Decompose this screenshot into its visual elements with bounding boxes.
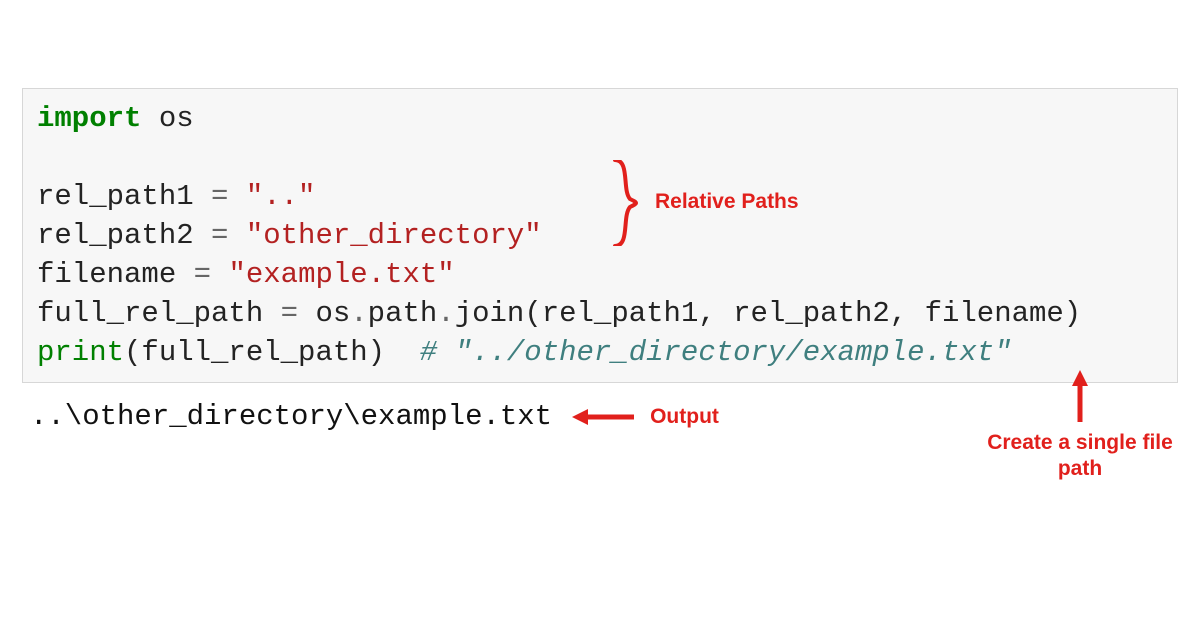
code-line: rel_path1 = ".." bbox=[37, 177, 1163, 216]
output-text: ..\other_directory\example.txt bbox=[30, 400, 552, 433]
curly-brace-icon bbox=[610, 160, 650, 246]
arrow-up-icon bbox=[1069, 370, 1091, 424]
single-file-path-annotation-group: Create a single file path bbox=[1000, 370, 1160, 483]
single-file-path-annotation: Create a single file path bbox=[987, 430, 1173, 483]
arrow-left-icon bbox=[572, 406, 636, 428]
code-line: full_rel_path = os.path.join(rel_path1, … bbox=[37, 294, 1163, 333]
output-annotation: Output bbox=[650, 405, 719, 429]
relative-paths-annotation: Relative Paths bbox=[655, 190, 799, 214]
code-line: filename = "example.txt" bbox=[37, 255, 1163, 294]
code-line bbox=[37, 138, 1163, 177]
code-line: import os bbox=[37, 99, 1163, 138]
code-block: import os rel_path1 = ".."rel_path2 = "o… bbox=[22, 88, 1178, 383]
code-line: rel_path2 = "other_directory" bbox=[37, 216, 1163, 255]
output-row: ..\other_directory\example.txt Output bbox=[30, 400, 719, 433]
code-line: print(full_rel_path) # "../other_directo… bbox=[37, 333, 1163, 372]
